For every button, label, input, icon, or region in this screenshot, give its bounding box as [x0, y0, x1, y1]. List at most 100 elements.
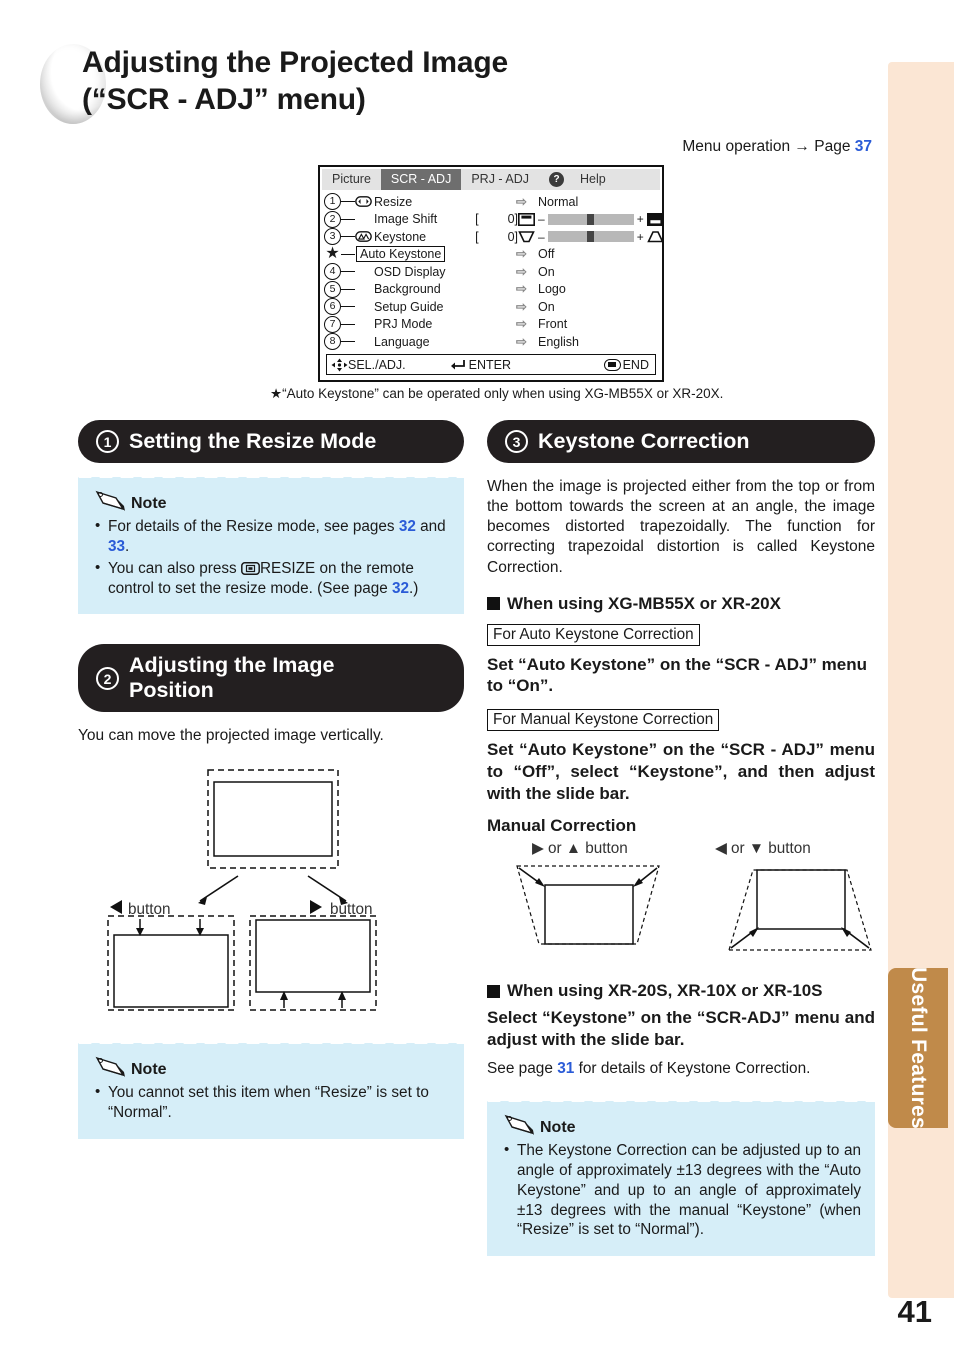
osd-row-prj-mode[interactable]: 7 PRJ Mode ⇨ Front [320, 315, 662, 334]
callout-leader [341, 323, 355, 325]
note-list: You cannot set this item when “Resize” i… [94, 1082, 450, 1123]
note-item: For details of the Resize mode, see page… [94, 516, 450, 557]
callout-leader [341, 218, 355, 220]
osd-slider-image-shift[interactable]: – + [518, 212, 664, 226]
osd-value-background: Logo [538, 282, 566, 297]
osd-tab-scr-adj[interactable]: SCR - ADJ [380, 169, 462, 190]
page-title-line2: (“SCR - ADJ” menu) [82, 83, 366, 117]
statement-xr-series: Select “Keystone” on the “SCR-ADJ” menu … [487, 1008, 875, 1050]
plus-sign: + [636, 212, 644, 227]
sub-head-label: When using XG-MB55X or XR-20X [507, 593, 781, 613]
section-3-title: Keystone Correction [538, 429, 750, 453]
note-text: and [415, 517, 446, 535]
osd-value-image-shift: [ 0] [470, 212, 518, 226]
note-item: You can also press RESIZE on the remote … [94, 558, 450, 599]
note-title-label: Note [131, 494, 167, 512]
see-page-post: for details of Keystone Correction. [574, 1059, 811, 1077]
bullet-square-icon [487, 597, 500, 611]
keystone-icon [355, 231, 372, 243]
callout-1: 1 [324, 193, 341, 211]
bullet-square-icon [487, 984, 500, 998]
section-3-sub-head-1: When using XG-MB55X or XR-20X [487, 594, 875, 614]
osd-row-osd-display[interactable]: 4 OSD Display ⇨ On [320, 263, 662, 281]
note-text: . [125, 537, 130, 555]
callout-leader [341, 288, 355, 290]
osd-slider-keystone[interactable]: – + [518, 230, 664, 244]
page-title: Adjusting the Projected Image (“SCR - AD… [40, 44, 740, 118]
page-number: 41 [897, 1294, 932, 1329]
osd-value-keystone: [ 0] [470, 230, 518, 244]
section-2-title-line2: Position [129, 678, 214, 703]
keystone-down-icon [518, 231, 535, 243]
callout-2: 2 [324, 210, 341, 228]
callout-leader [341, 236, 355, 238]
statement-manual-keystone: Set “Auto Keystone” on the “SCR - ADJ” m… [487, 740, 875, 803]
slider-track[interactable] [547, 213, 634, 225]
callout-star: ★ [324, 244, 341, 263]
osd-row-background[interactable]: 5 Background ⇨ Logo [320, 280, 662, 299]
resize-icon [355, 196, 372, 208]
enter-arrow-icon [450, 359, 465, 369]
callout-leader [341, 306, 355, 308]
osd-row-resize[interactable]: 1 Resize ⇨ Normal [320, 193, 662, 211]
osd-numeric-value: 0 [507, 229, 515, 244]
page-ref: 32 [392, 579, 410, 597]
callout-3: 3 [324, 228, 341, 246]
right-column: 3 Keystone Correction When the image is … [487, 420, 875, 1257]
osd-label-keystone: Keystone [374, 229, 427, 244]
menu-operation-reference: Menu operation → Page 37 [682, 138, 872, 156]
osd-row-setup-guide[interactable]: 6 Setup Guide ⇨ On [320, 298, 662, 316]
menu-operation-page-number: 37 [854, 138, 872, 155]
osd-value-language: English [538, 334, 579, 349]
osd-footer-enter: ENTER [450, 358, 511, 372]
osd-value-arrow-icon: ⇨ [516, 316, 527, 332]
keystone-fig-left-caption: ▶ or ▲ button [532, 840, 628, 857]
callout-6: 6 [324, 298, 341, 316]
note-text: You can also press [108, 559, 241, 577]
shift-up-icon [518, 212, 535, 226]
osd-numeric-value: 0 [507, 212, 515, 227]
osd-row-keystone[interactable]: 3 Keystone [ 0] – + [320, 228, 664, 246]
osd-tab-help[interactable]: Help [570, 169, 616, 190]
slider-track[interactable] [547, 231, 634, 243]
sub-head-label: When using XR-20S, XR-10X or XR-10S [507, 981, 823, 1001]
callout-leader [341, 253, 355, 255]
osd-tab-picture[interactable]: Picture [322, 169, 381, 190]
osd-value-arrow-icon: ⇨ [516, 333, 527, 349]
osd-footer-end: END [603, 357, 649, 372]
osd-row-image-shift[interactable]: 2 Image Shift [ 0] – + [320, 210, 664, 229]
section-1-note-box: Note For details of the Resize mode, see… [78, 469, 464, 615]
side-tab-label: Useful Features [906, 966, 930, 1130]
pencil-icon [504, 1114, 534, 1135]
section-2-title: Adjusting the Image Position [129, 653, 334, 703]
osd-footer-end-label: END [622, 357, 649, 372]
osd-row-language[interactable]: 8 Language ⇨ English [320, 333, 662, 351]
section-2-title-line1: Adjusting the Image [129, 653, 335, 678]
osd-tab-prj-adj[interactable]: PRJ - ADJ [461, 169, 539, 190]
section-1-number: 1 [96, 429, 119, 453]
callout-leader [341, 341, 355, 343]
osd-row-auto-keystone[interactable]: ★ Auto Keystone ⇨ Off [320, 244, 662, 264]
resize-button-icon [241, 561, 260, 575]
section-1-header: 1 Setting the Resize Mode [78, 420, 464, 463]
statement-auto-keystone: Set “Auto Keystone” on the “SCR - ADJ” m… [487, 654, 868, 696]
callout-leader [341, 201, 355, 203]
boxed-label-auto-keystone: For Auto Keystone Correction [487, 623, 700, 646]
callout-leader [341, 271, 355, 273]
slider-knob[interactable] [586, 213, 594, 225]
keystone-up-icon [646, 231, 664, 243]
note-item: The Keystone Correction can be adjusted … [503, 1140, 861, 1240]
note-item: You cannot set this item when “Resize” i… [94, 1082, 450, 1123]
right-arrow-icon: → [794, 138, 810, 155]
slider-knob[interactable] [586, 231, 594, 243]
note-title-label: Note [131, 1061, 167, 1079]
osd-value-arrow-icon: ⇨ [516, 281, 527, 297]
section-3-header: 3 Keystone Correction [487, 420, 875, 463]
see-page-reference: See page 31 for details of Keystone Corr… [487, 1059, 875, 1079]
help-question-icon[interactable]: ? [549, 172, 564, 187]
minus-sign: – [538, 212, 545, 227]
osd-value-prj-mode: Front [538, 317, 568, 332]
see-page-pre: See page [487, 1059, 558, 1077]
note-title: Note [94, 489, 450, 513]
